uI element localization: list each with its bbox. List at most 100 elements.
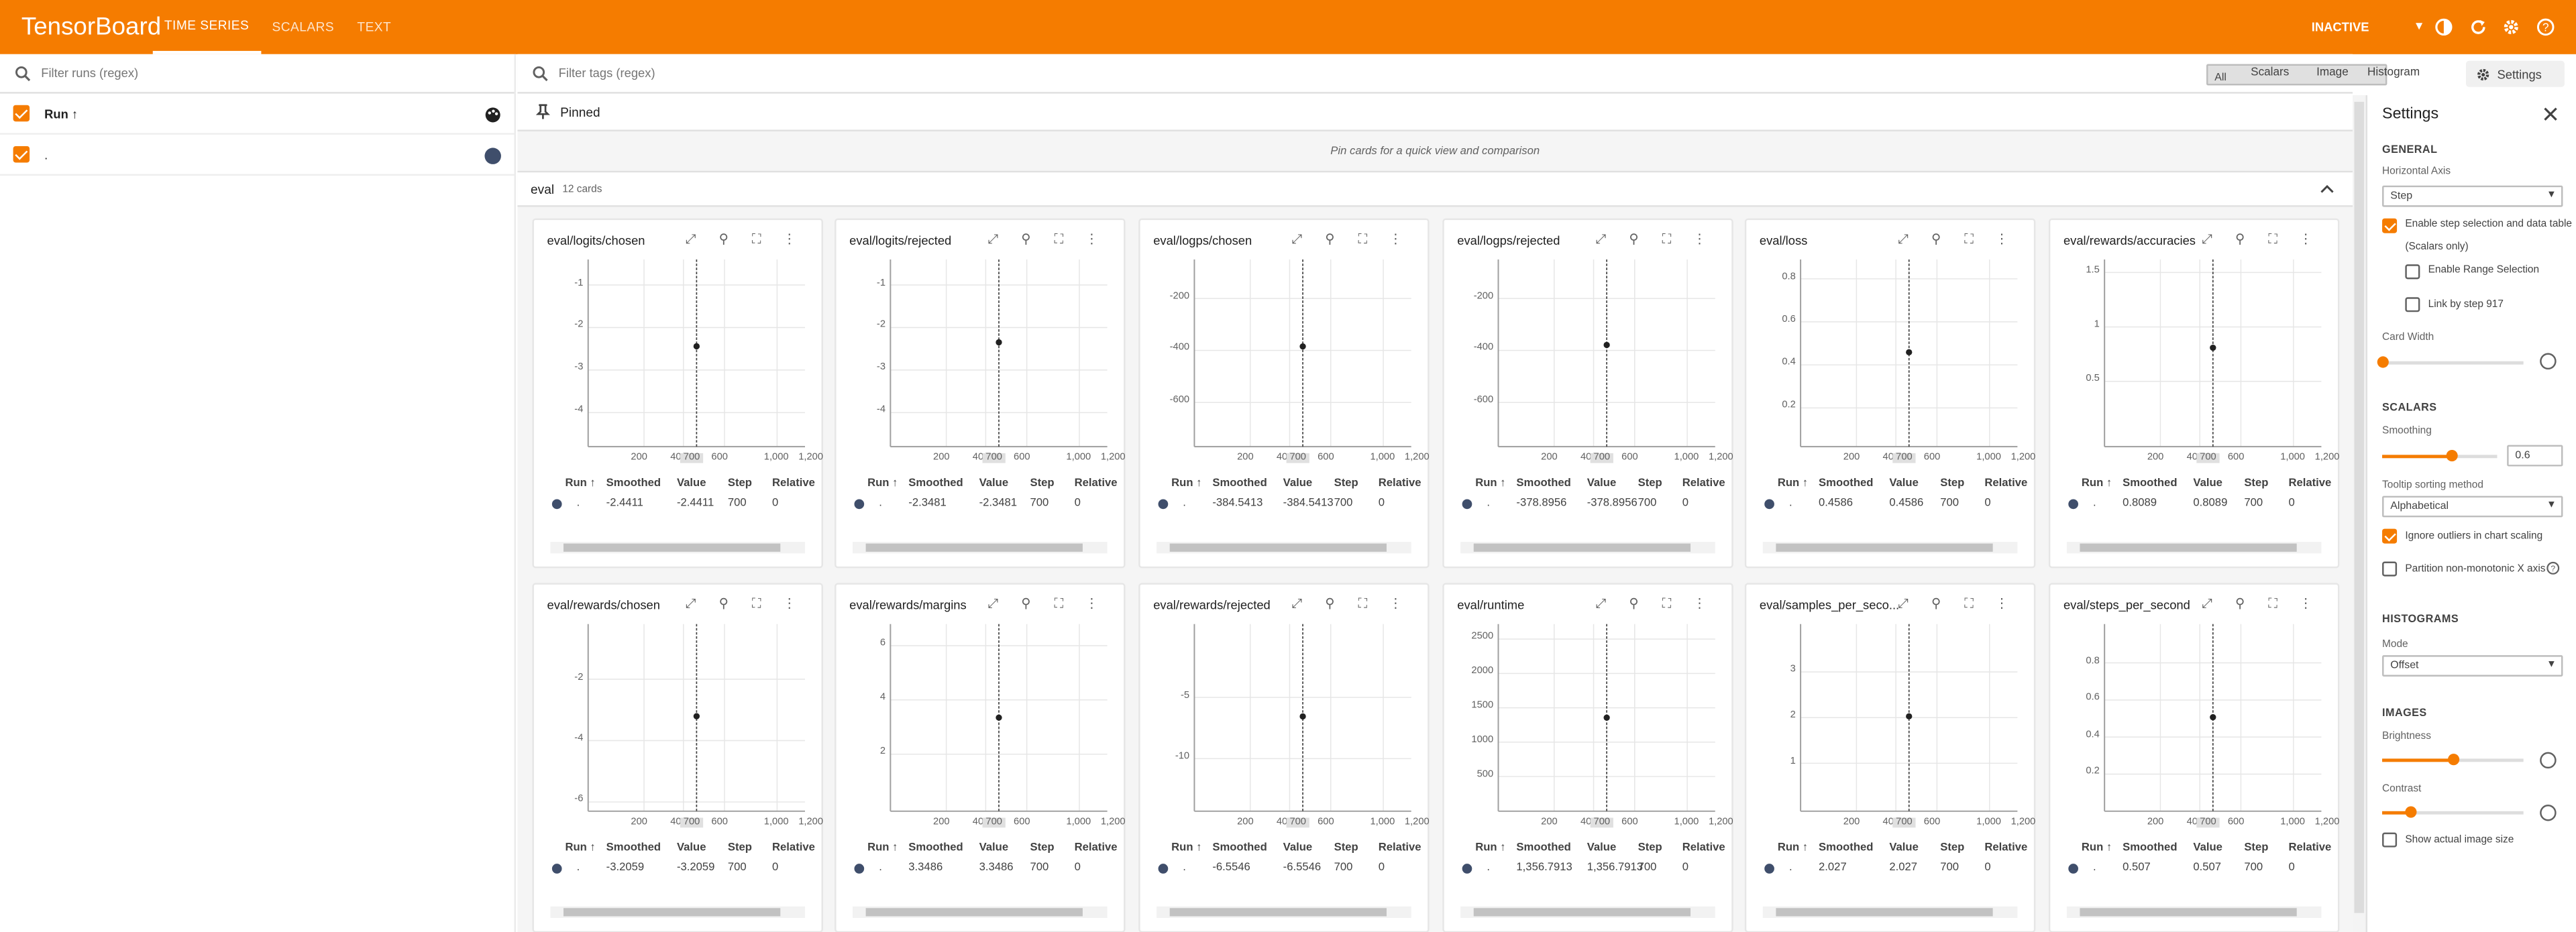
table-header[interactable]: Smoothed [1212, 478, 1267, 489]
pin-icon[interactable]: ⚲ [2229, 230, 2251, 248]
table-scrollbar[interactable] [1460, 906, 1715, 918]
fullscreen-icon[interactable]: ⛶ [1656, 595, 1678, 613]
smoothing-slider[interactable] [2382, 450, 2498, 462]
step-marker-label[interactable]: 700 [982, 817, 1006, 828]
smoothing-input[interactable]: 0.6 [2507, 445, 2563, 467]
table-header[interactable]: Step [1030, 842, 1055, 854]
table-header[interactable]: Step [2244, 478, 2268, 489]
table-scrollbar[interactable] [550, 542, 806, 554]
table-scrollbar[interactable] [1762, 542, 2018, 554]
pin-icon[interactable]: ⚲ [1320, 230, 1341, 248]
table-header[interactable]: Smoothed [1516, 842, 1570, 854]
table-scrollbar[interactable] [550, 906, 806, 918]
fit-domain-icon[interactable]: ⤢ [2196, 230, 2218, 248]
dark-mode-icon[interactable] [2434, 18, 2453, 36]
fullscreen-icon[interactable]: ⛶ [2262, 595, 2284, 613]
tab-scalars[interactable]: SCALARS [260, 0, 345, 54]
step-marker-label[interactable]: 700 [1590, 817, 1613, 828]
fullscreen-icon[interactable]: ⛶ [1048, 230, 1069, 248]
fit-domain-icon[interactable]: ⤢ [1287, 230, 1308, 248]
table-header[interactable]: Step [728, 478, 752, 489]
reset-card-width-icon[interactable] [2540, 353, 2557, 370]
table-header[interactable]: Relative [772, 478, 815, 489]
pin-icon[interactable]: ⚲ [1623, 230, 1645, 248]
fullscreen-icon[interactable]: ⛶ [1352, 595, 1374, 613]
step-marker-label[interactable]: 700 [1590, 453, 1613, 463]
table-header[interactable]: Step [1638, 478, 1662, 489]
table-header[interactable]: Relative [1682, 478, 1725, 489]
reload-icon[interactable] [2469, 18, 2487, 36]
table-header[interactable]: Value [2193, 842, 2222, 854]
pin-icon[interactable]: ⚲ [713, 595, 735, 613]
link-by-step-checkbox[interactable] [2405, 297, 2420, 312]
table-header[interactable]: Run ↑ [2082, 842, 2112, 854]
range-selection-checkbox[interactable] [2405, 264, 2420, 280]
table-header[interactable]: Smoothed [2123, 842, 2177, 854]
table-header[interactable]: Relative [1075, 842, 1118, 854]
scrollbar-thumb[interactable] [1776, 908, 1993, 917]
fullscreen-icon[interactable]: ⛶ [2262, 230, 2284, 248]
table-header[interactable]: Relative [772, 842, 815, 854]
table-header[interactable]: Relative [1682, 842, 1725, 854]
fit-domain-icon[interactable]: ⤢ [680, 595, 702, 613]
card-group-header[interactable]: eval 12 cards [517, 170, 2353, 207]
run-checkbox[interactable] [13, 145, 30, 163]
table-header[interactable]: Value [677, 478, 706, 489]
more-vert-icon[interactable]: ⋮ [1081, 595, 1102, 613]
fullscreen-icon[interactable]: ⛶ [1656, 230, 1678, 248]
table-header[interactable]: Run ↑ [1475, 842, 1505, 854]
fullscreen-icon[interactable]: ⛶ [1958, 595, 1980, 613]
chart-svg[interactable] [2092, 259, 2325, 473]
table-header[interactable]: Relative [1984, 842, 2027, 854]
chart-svg[interactable] [2092, 624, 2325, 837]
fit-domain-icon[interactable]: ⤢ [983, 230, 1004, 248]
step-marker-label[interactable]: 700 [982, 453, 1006, 463]
table-header[interactable]: Run ↑ [1475, 478, 1505, 489]
table-header[interactable]: Step [1940, 478, 1964, 489]
more-vert-icon[interactable]: ⋮ [1991, 230, 2012, 248]
table-scrollbar[interactable] [2066, 906, 2322, 918]
pin-icon[interactable]: ⚲ [1623, 595, 1645, 613]
pin-icon[interactable]: ⚲ [1015, 230, 1036, 248]
card-width-slider[interactable] [2376, 356, 2524, 368]
fit-domain-icon[interactable]: ⤢ [1892, 230, 1914, 248]
fit-domain-icon[interactable]: ⤢ [983, 595, 1004, 613]
more-vert-icon[interactable]: ⋮ [1081, 230, 1102, 248]
chart-svg[interactable] [1181, 259, 1415, 473]
scrollbar-thumb[interactable] [1776, 543, 1993, 552]
table-header[interactable]: Relative [1075, 478, 1118, 489]
tab-text[interactable]: TEXT [345, 0, 402, 54]
pin-icon[interactable]: ⚲ [1925, 230, 1947, 248]
runs-filter[interactable]: Filter runs (regex) [0, 54, 515, 94]
more-vert-icon[interactable]: ⋮ [1385, 230, 1407, 248]
chart-svg[interactable] [575, 624, 808, 837]
main-scrollbar[interactable] [2352, 95, 2366, 932]
reset-contrast-icon[interactable] [2540, 805, 2557, 821]
table-header[interactable]: Step [1940, 842, 1964, 854]
pin-icon[interactable]: ⚲ [1015, 595, 1036, 613]
chip-scalars[interactable]: Scalars [2243, 64, 2298, 82]
table-header[interactable]: Smoothed [1819, 842, 1873, 854]
fullscreen-icon[interactable]: ⛶ [746, 595, 767, 613]
chart-svg[interactable] [575, 259, 808, 473]
step-marker-label[interactable]: 700 [1892, 817, 1916, 828]
palette-icon[interactable] [484, 107, 500, 123]
pin-icon[interactable]: ⚲ [1925, 595, 1947, 613]
table-header[interactable]: Smoothed [1212, 842, 1267, 854]
fullscreen-icon[interactable]: ⛶ [1352, 230, 1374, 248]
table-scrollbar[interactable] [1762, 906, 2018, 918]
runs-filter-placeholder[interactable]: Filter runs (regex) [41, 66, 138, 80]
close-icon[interactable] [2543, 107, 2558, 121]
table-scrollbar[interactable] [1460, 542, 1715, 554]
table-header[interactable]: Smoothed [908, 478, 963, 489]
more-vert-icon[interactable]: ⋮ [1689, 230, 1711, 248]
step-marker-label[interactable]: 700 [1892, 453, 1916, 463]
step-marker-label[interactable]: 700 [680, 817, 704, 828]
run-column-header[interactable]: Run ↑ [44, 106, 78, 121]
table-header[interactable]: Step [1334, 478, 1358, 489]
partition-checkbox[interactable] [2382, 561, 2398, 577]
table-header[interactable]: Value [1283, 478, 1313, 489]
fullscreen-icon[interactable]: ⛶ [1958, 230, 1980, 248]
table-header[interactable]: Value [979, 842, 1009, 854]
chart-svg[interactable] [1485, 624, 1719, 837]
